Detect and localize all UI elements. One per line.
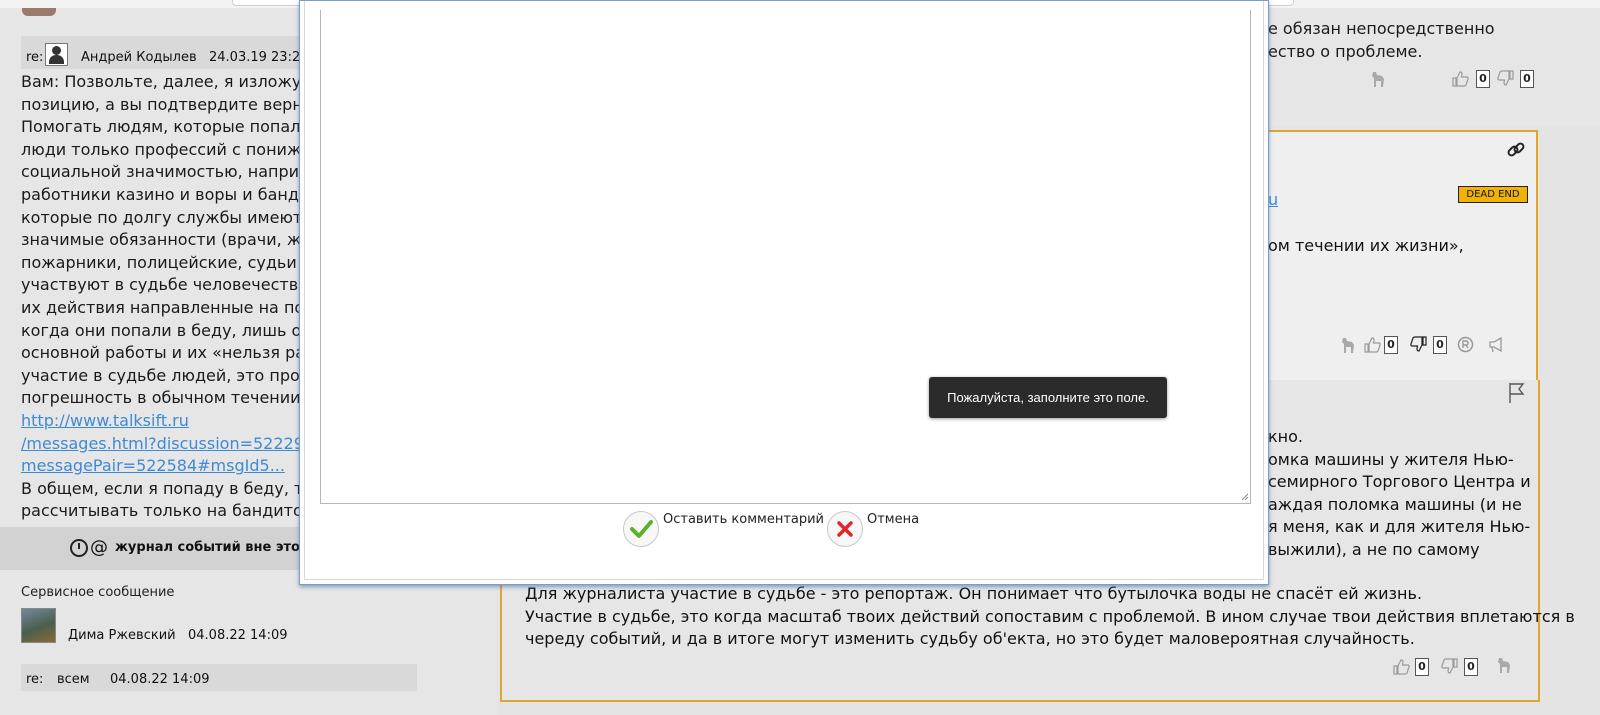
at-icon: @ <box>90 537 108 558</box>
thumb-down-icon[interactable] <box>1441 658 1458 675</box>
post-body: е обязан непосредственно ество о проблем… <box>1268 18 1588 63</box>
reply-label: re: <box>26 672 44 687</box>
registered-icon[interactable] <box>1457 336 1474 353</box>
post-line: ество о проблеме. <box>1268 41 1423 61</box>
reply-target[interactable]: всем <box>57 672 90 687</box>
like-count: 0 <box>1384 336 1398 354</box>
post-line: омка машины у жителя Нью- <box>1268 449 1514 469</box>
comment-dialog: Оставить комментарий Отмена <box>299 0 1269 585</box>
dislike-count: 0 <box>1433 336 1447 354</box>
thumb-up-icon[interactable] <box>1364 336 1381 353</box>
cross-icon <box>837 521 853 537</box>
author-name[interactable]: Андрей Кодылев <box>81 50 197 65</box>
events-log-label[interactable]: журнал событий вне этой б <box>115 540 323 555</box>
dislike-count: 0 <box>1520 70 1534 88</box>
dislike-count: 0 <box>1464 658 1478 676</box>
flag-icon[interactable] <box>1508 382 1526 404</box>
thumb-up-icon[interactable] <box>1393 658 1410 675</box>
like-count: 0 <box>1415 658 1429 676</box>
post-line: семирного Торгового Центра и <box>1268 472 1531 492</box>
reply-header: re: всем 04.08.22 14:09 <box>21 664 417 691</box>
post-body: кно. омка машины у жителя Нью- семирного… <box>1268 426 1531 562</box>
post-line: е обязан непосредственно <box>1268 19 1495 38</box>
dog-icon[interactable] <box>1340 336 1356 354</box>
submit-comment-button[interactable] <box>623 511 659 547</box>
dog-icon[interactable] <box>1370 70 1386 88</box>
service-message-title: Сервисное сообщение <box>21 585 175 600</box>
post-line: Для журналиста участие в судьбе - это ре… <box>525 584 1423 603</box>
comment-textarea[interactable] <box>320 10 1251 504</box>
avatar[interactable] <box>21 608 56 643</box>
reply-label: re: <box>26 50 44 65</box>
megaphone-icon[interactable] <box>1488 336 1505 353</box>
post-body: Для журналиста участие в судьбе - это ре… <box>525 583 1575 651</box>
avatar <box>22 8 56 16</box>
cancel-label[interactable]: Отмена <box>867 512 919 527</box>
submit-comment-label[interactable]: Оставить комментарий <box>663 512 824 527</box>
avatar[interactable] <box>45 43 68 66</box>
post-date: 04.08.22 14:09 <box>110 672 210 687</box>
avatar-body-shape <box>49 55 64 64</box>
post-date: 04.08.22 14:09 <box>188 628 288 643</box>
thumb-down-icon[interactable] <box>1410 336 1427 353</box>
validation-tooltip: Пожалуйста, заполните это поле. <box>929 377 1167 418</box>
post-line: выжили), а не по самому <box>1268 539 1480 559</box>
author-name[interactable]: Дима Ржевский <box>68 628 176 643</box>
post-date: 24.03.19 23:22 <box>209 50 309 65</box>
avatar-head-shape <box>52 46 61 55</box>
post-line: аждая поломка машины (и не <box>1268 494 1522 514</box>
status-badge: DEAD END <box>1458 186 1528 203</box>
post-link[interactable]: u <box>1268 190 1278 209</box>
post-line: череду событий, и да в итоге могут измен… <box>525 629 1415 649</box>
dog-icon[interactable] <box>1496 656 1512 674</box>
link-icon[interactable] <box>1506 140 1526 165</box>
post-line: кно. <box>1268 427 1303 446</box>
check-icon <box>630 520 653 538</box>
resize-grip-icon[interactable] <box>1239 491 1249 501</box>
cancel-button[interactable] <box>827 511 863 547</box>
like-count: 0 <box>1476 70 1490 88</box>
post-line: Участие в судьбе, это когда масштаб твои… <box>525 606 1575 626</box>
clock-icon <box>70 539 88 557</box>
dialog-frame: Оставить комментарий Отмена <box>304 1 1264 580</box>
thumb-down-icon[interactable] <box>1497 70 1514 87</box>
thumb-up-icon[interactable] <box>1452 70 1469 87</box>
post-line: ом течении их жизни», <box>1268 236 1464 255</box>
post-line: я меня, как и для жителя Нью- <box>1268 517 1531 537</box>
